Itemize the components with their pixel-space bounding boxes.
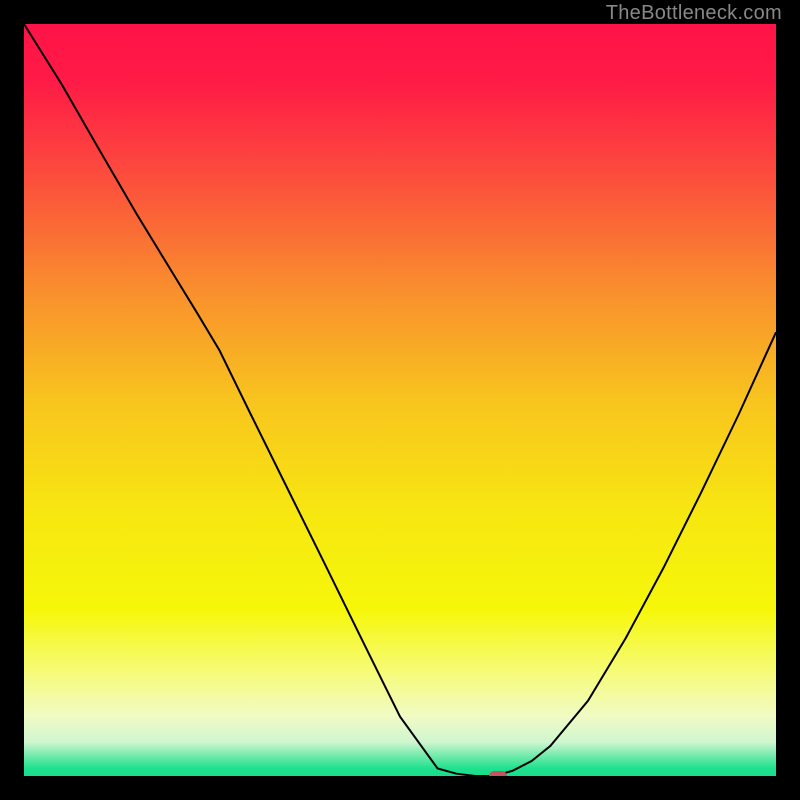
chart-container: TheBottleneck.com	[0, 0, 800, 800]
watermark-text: TheBottleneck.com	[606, 2, 782, 25]
plot-area	[24, 24, 776, 776]
optimal-marker	[489, 771, 507, 776]
gradient-background	[24, 24, 776, 776]
chart-canvas	[24, 24, 776, 776]
